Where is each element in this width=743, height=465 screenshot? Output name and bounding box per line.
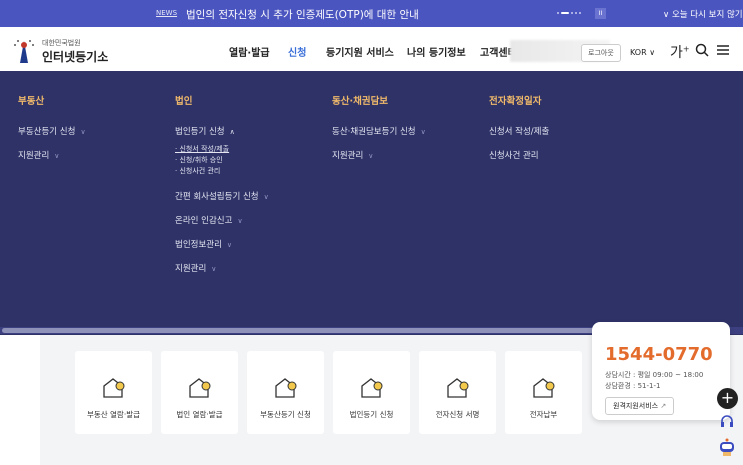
support-hours: 상담시간 : 평일 09:00 ~ 18:00 <box>605 371 704 379</box>
quick-card-label: 전자신청 서명 <box>435 410 480 419</box>
quick-card-real-estate-apply[interactable]: 부동산등기 신청 <box>247 351 324 434</box>
quick-card-label: 부동산 열람·발급 <box>86 410 141 419</box>
quick-card-label: 법인 열람·발급 <box>176 410 223 419</box>
menu-item-label: 온라인 인감신고 <box>175 216 233 226</box>
chevron-down-icon: ∨ <box>420 128 426 136</box>
logo[interactable]: 대한민국법원인터넷등기소 <box>10 37 108 65</box>
scrollbar-thumb[interactable] <box>2 328 647 333</box>
menu-item[interactable]: 온라인 인감신고 ∨ <box>175 214 269 226</box>
quick-card-label: 전자납부 <box>529 410 558 419</box>
quick-card-label: 부동산등기 신청 <box>260 410 311 419</box>
court-logo-icon <box>14 40 34 63</box>
menu-icon[interactable] <box>716 43 730 57</box>
chevron-down-icon: ∨ <box>226 241 233 249</box>
search-icon[interactable] <box>695 43 709 57</box>
corp-view-icon <box>188 378 210 398</box>
menu-item[interactable]: 신청서 작성/제출 <box>489 125 549 137</box>
dont-show-label: 오늘 다시 보지 않기 <box>671 10 743 20</box>
menu-item-label: 부동산등기 신청 <box>18 127 76 137</box>
chevron-down-icon: ∨ <box>237 217 243 225</box>
chevron-down-icon: ∨ <box>263 193 269 201</box>
banner-pagination[interactable] <box>557 12 581 14</box>
menu-item-label: 지원관리 <box>175 264 207 274</box>
chevron-down-icon: ∨ <box>368 152 374 160</box>
menu-item-label: 법인등기 신청 <box>175 127 225 137</box>
e-payment-icon <box>532 378 554 398</box>
quick-card-e-sign[interactable]: 전자신청 서명 <box>419 351 496 434</box>
chevron-up-icon: ∧ <box>229 128 235 136</box>
real-estate-view-icon <box>102 378 124 398</box>
support-card: 1544-0770 상담시간 : 평일 09:00 ~ 18:00 상담환경 :… <box>592 322 730 420</box>
nav-apply[interactable]: 신청 <box>288 44 306 59</box>
menu-column-fixed-date: 전자확정일자 신청서 작성/제출 신청사건 관리 <box>489 93 549 173</box>
nav-view-issue[interactable]: 열람·발급 <box>229 44 270 59</box>
language-label: KOR <box>630 48 647 57</box>
menu-item[interactable]: 신청사건 관리 <box>489 149 549 161</box>
e-sign-icon <box>446 378 468 398</box>
font-size-label: 가 <box>670 45 683 61</box>
menu-item-label: 간편 회사설립등기 신청 <box>175 192 259 202</box>
column-title: 부동산 <box>18 96 45 107</box>
column-title: 전자확정일자 <box>489 96 542 107</box>
quick-card-real-estate-view[interactable]: 부동산 열람·발급 <box>75 351 152 434</box>
menu-column-real-estate: 부동산 부동산등기 신청 ∨ 지원관리 ∨ <box>18 93 86 173</box>
news-message[interactable]: 법인의 전자신청 시 추가 인증제도(OTP)에 대한 안내 <box>186 7 419 22</box>
headset-icon[interactable] <box>719 414 735 430</box>
support-env: 상담환경 : 51-1-1 <box>605 382 661 390</box>
menu-item-label: 지원관리 <box>18 151 50 161</box>
logout-button[interactable]: 로그아웃 <box>581 44 621 62</box>
nav-support-service[interactable]: 등기지원 서비스 <box>326 44 394 59</box>
plus-button[interactable]: + <box>717 388 738 409</box>
external-link-icon: ↗ <box>660 402 667 410</box>
remote-support-label: 원격지원서비스 <box>613 402 659 410</box>
submenu-item[interactable]: 신청서 작성/제출 <box>175 144 269 154</box>
menu-item[interactable]: 법인등기 신청 ∧ <box>175 125 269 137</box>
menu-item[interactable]: 법인정보관리 ∨ <box>175 238 269 250</box>
menu-item[interactable]: 간편 회사설립등기 신청 ∨ <box>175 190 269 202</box>
submenu-item[interactable]: 신청/취하 승인 <box>175 155 269 165</box>
menu-item[interactable]: 지원관리 ∨ <box>332 149 426 161</box>
menu-column-corporation: 법인 법인등기 신청 ∧ 신청서 작성/제출 신청/취하 승인 신청사건 관리 간… <box>175 93 269 286</box>
logo-title: 인터넷등기소 <box>42 49 109 64</box>
nav-my-info[interactable]: 나의 등기정보 <box>407 44 466 59</box>
font-size-button[interactable]: 가+ <box>670 42 690 62</box>
menu-item[interactable]: 지원관리 ∨ <box>175 262 269 274</box>
column-title: 법인 <box>175 96 193 107</box>
menu-item-label: 법인정보관리 <box>175 240 222 250</box>
logo-subtitle: 대한민국법원 <box>42 38 81 47</box>
chevron-down-icon: ∨ <box>80 128 86 136</box>
column-title: 동산·채권담보 <box>332 96 389 107</box>
pause-button[interactable]: II <box>595 8 606 19</box>
dont-show-today-button[interactable]: ∨ 오늘 다시 보지 않기 <box>663 8 743 20</box>
quick-card-e-payment[interactable]: 전자납부 <box>505 351 582 434</box>
news-tag: NEWS <box>156 9 178 17</box>
submenu-item[interactable]: 신청사건 관리 <box>175 166 269 176</box>
menu-column-movables: 동산·채권담보 동산·채권담보등기 신청 ∨ 지원관리 ∨ <box>332 93 426 173</box>
real-estate-apply-icon <box>274 378 296 398</box>
menu-item-label: 지원관리 <box>332 151 364 161</box>
chatbot-icon[interactable] <box>718 438 736 456</box>
notice-banner: NEWS 법인의 전자신청 시 추가 인증제도(OTP)에 대한 안내 II ∨… <box>0 0 743 27</box>
corp-apply-icon <box>360 378 382 398</box>
remote-support-button[interactable]: 원격지원서비스 ↗ <box>605 397 675 415</box>
quick-card-label: 법인등기 신청 <box>349 410 394 419</box>
mega-menu: 부동산 부동산등기 신청 ∨ 지원관리 ∨ 법인 법인등기 신청 ∧ 신청서 작성/제… <box>0 73 743 335</box>
chevron-down-icon: ∨ <box>211 265 217 273</box>
quick-card-corp-view[interactable]: 법인 열람·발급 <box>161 351 238 434</box>
menu-item-label: 동산·채권담보등기 신청 <box>332 127 416 137</box>
menu-item[interactable]: 부동산등기 신청 ∨ <box>18 125 86 137</box>
support-phone: 1544-0770 <box>605 344 713 365</box>
header: 대한민국법원 인터넷등기소 열람·발급 신청 등기지원 서비스 나의 등기정보 고… <box>0 27 743 73</box>
quick-card-corp-apply[interactable]: 법인등기 신청 <box>333 351 410 434</box>
chevron-down-icon: ∨ <box>54 152 60 160</box>
language-select[interactable]: KOR ∨ <box>630 48 655 57</box>
menu-item[interactable]: 동산·채권담보등기 신청 ∨ <box>332 125 426 137</box>
menu-item[interactable]: 지원관리 ∨ <box>18 149 86 161</box>
